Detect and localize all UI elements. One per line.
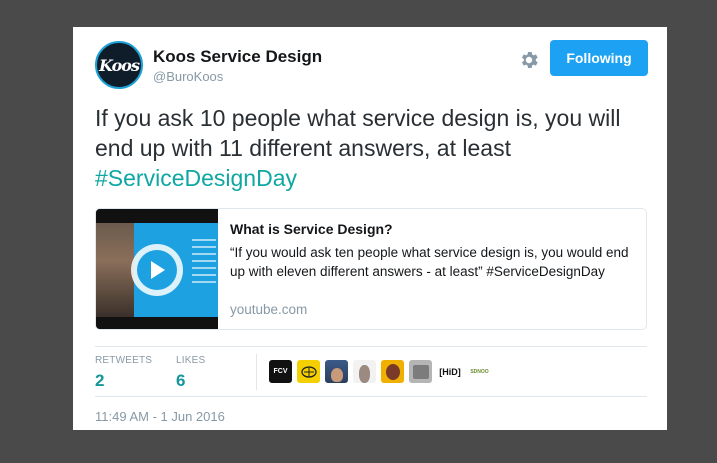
tweet-body: If you ask 10 people what service design…: [95, 105, 621, 161]
liker-avatar[interactable]: [325, 360, 348, 383]
thumbnail-slide-text: [192, 239, 216, 288]
liker-avatar[interactable]: FCV: [269, 360, 292, 383]
avatar[interactable]: Koos: [95, 41, 143, 89]
divider: [95, 346, 647, 347]
link-preview-card[interactable]: What is Service Design? “If you would as…: [95, 208, 647, 330]
divider: [95, 396, 647, 397]
thumbnail-bar-bottom: [96, 317, 218, 329]
retweets-stat[interactable]: RETWEETS 2: [95, 355, 152, 391]
liker-avatars: FCV [HiD] SDNOO: [269, 360, 491, 383]
gear-icon[interactable]: [518, 49, 540, 71]
retweets-count: 2: [95, 371, 105, 390]
liker-avatar[interactable]: [297, 360, 320, 383]
card-title[interactable]: What is Service Design?: [230, 221, 393, 237]
thumbnail-person: [96, 223, 134, 317]
video-thumbnail[interactable]: [96, 209, 218, 329]
play-icon: [137, 250, 177, 290]
tweet-text: If you ask 10 people what service design…: [95, 103, 655, 193]
tweet-card: Koos Koos Service Design @BuroKoos Follo…: [73, 27, 667, 430]
likes-stat[interactable]: LIKES 6: [176, 355, 205, 391]
liker-avatar[interactable]: [353, 360, 376, 383]
card-domain: youtube.com: [230, 302, 308, 317]
likes-count: 6: [176, 371, 186, 390]
tweet-timestamp[interactable]: 11:49 AM - 1 Jun 2016: [95, 409, 225, 424]
stats-divider: [256, 354, 257, 390]
thumbnail-bar-top: [96, 209, 218, 223]
liker-avatar[interactable]: [409, 360, 432, 383]
liker-avatar[interactable]: [HiD]: [437, 360, 463, 383]
liker-avatar[interactable]: [381, 360, 404, 383]
following-button[interactable]: Following: [550, 40, 648, 76]
play-button[interactable]: [131, 244, 183, 296]
liker-avatar[interactable]: SDNOO: [468, 360, 491, 383]
account-name[interactable]: Koos Service Design: [153, 47, 322, 67]
retweets-label: RETWEETS: [95, 355, 153, 366]
likes-label: LIKES: [176, 355, 206, 366]
card-description: “If you would ask ten people what servic…: [230, 245, 629, 279]
account-handle[interactable]: @BuroKoos: [153, 69, 223, 84]
avatar-logo-text: Koos: [99, 55, 140, 75]
hashtag-link[interactable]: #ServiceDesignDay: [95, 165, 297, 191]
